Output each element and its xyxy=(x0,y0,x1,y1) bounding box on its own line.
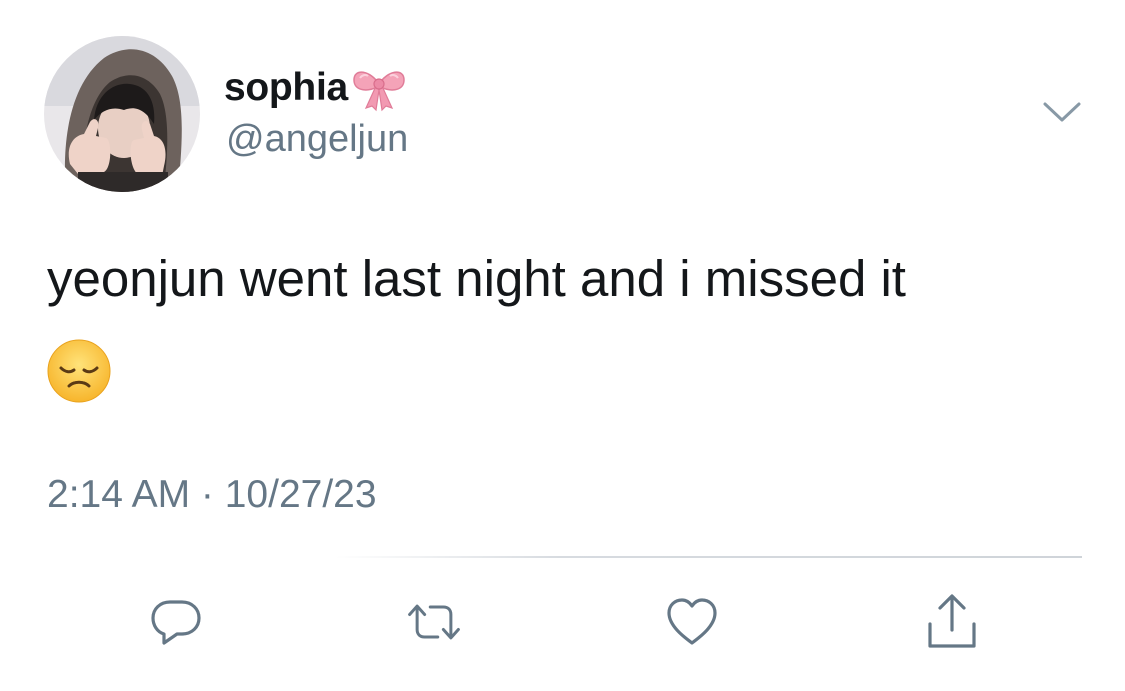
share-button[interactable] xyxy=(922,592,982,652)
disappointed-face-icon xyxy=(46,338,112,404)
display-name-row[interactable]: sophia xyxy=(224,62,408,114)
retweet-button[interactable] xyxy=(404,592,464,652)
display-name[interactable]: sophia xyxy=(224,66,348,110)
action-bar xyxy=(0,592,1125,652)
user-handle[interactable]: @angeljun xyxy=(226,118,408,161)
divider xyxy=(335,556,1082,558)
reply-button[interactable] xyxy=(146,592,206,652)
chevron-down-icon[interactable] xyxy=(1040,96,1084,126)
avatar-image xyxy=(44,36,200,192)
ribbon-bow-icon xyxy=(350,64,408,112)
tweet-text: yeonjun went last night and i missed it xyxy=(47,250,906,307)
share-icon xyxy=(928,594,976,648)
reply-icon xyxy=(151,600,201,645)
heart-icon xyxy=(667,598,717,645)
like-button[interactable] xyxy=(662,592,722,652)
retweet-icon xyxy=(408,604,460,640)
timestamp[interactable]: 2:14 AM · 10/27/23 xyxy=(47,473,377,517)
avatar[interactable] xyxy=(44,36,200,192)
